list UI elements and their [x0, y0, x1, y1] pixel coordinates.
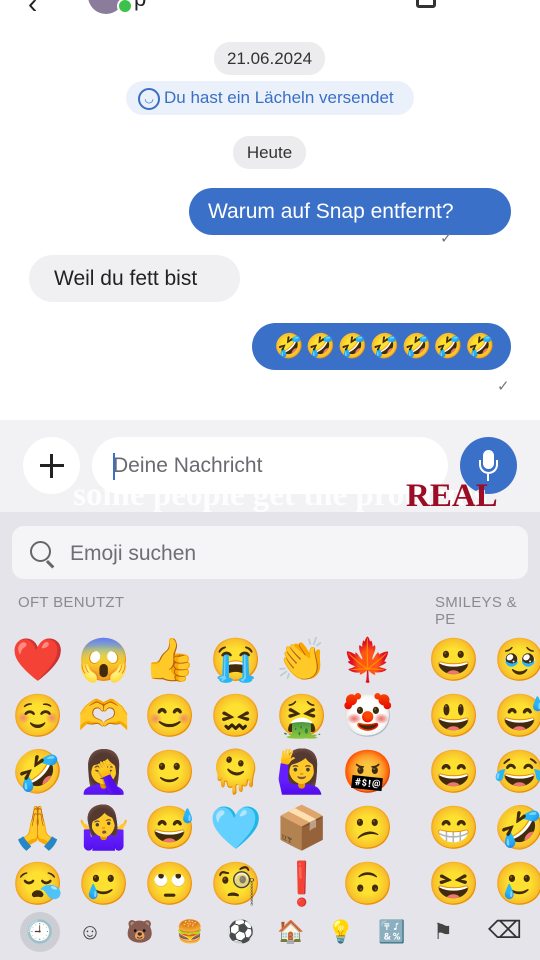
event-notice: ◡ Du hast ein Lächeln versendet	[126, 81, 414, 115]
emoji-key[interactable]: 🙏	[10, 800, 66, 856]
emoji-key[interactable]: 😕	[340, 800, 396, 856]
search-icon	[30, 541, 51, 562]
emoji-category-tab[interactable]: ☺	[70, 912, 110, 952]
emoji-category-tab[interactable]: ⚽	[221, 912, 261, 952]
emoji-key[interactable]: 😀	[426, 632, 482, 688]
emoji-key[interactable]: 😱	[76, 632, 132, 688]
overlay-highlight: REAL	[406, 478, 498, 514]
emoji-category-bar: ⌫ 🕘 ☺ 🐻 🍔 ⚽ 🏠 💡 🔣 ⚑	[0, 904, 540, 960]
sent-check-icon: ✓	[497, 378, 510, 395]
emoji-key[interactable]: 👏	[274, 632, 330, 688]
section-frequently-used: OFT BENUTZT	[18, 594, 125, 611]
message-list: 21.06.2024 ◡ Du hast ein Lächeln versend…	[0, 24, 540, 420]
emoji-category-tab[interactable]: 🔣	[372, 912, 412, 952]
header-action-icon[interactable]	[416, 0, 436, 8]
message-bubble-outgoing[interactable]: Warum auf Snap entfernt?	[189, 188, 511, 235]
chat-header: ‹ p	[0, 0, 540, 25]
emoji-key[interactable]: 🫶	[76, 688, 132, 744]
message-bubble-outgoing[interactable]: 🤣🤣🤣🤣🤣🤣🤣	[252, 323, 511, 370]
emoji-key[interactable]: 🤦‍♀️	[76, 744, 132, 800]
message-bubble-incoming[interactable]: Weil du fett bist	[29, 255, 240, 302]
emoji-key[interactable]: 😁	[426, 800, 482, 856]
emoji-key[interactable]: 🤬	[340, 744, 396, 800]
emoji-key[interactable]: ❤️	[10, 632, 66, 688]
emoji-key[interactable]: 😂	[492, 744, 540, 800]
emoji-search-input[interactable]	[68, 526, 512, 581]
emoji-key[interactable]: 🤣	[10, 744, 66, 800]
emoji-category-tab[interactable]: 🏠	[271, 912, 311, 952]
emoji-key[interactable]: 😅	[142, 800, 198, 856]
emoji-key[interactable]: 🍁	[340, 632, 396, 688]
emoji-category-tab[interactable]: 🕘	[20, 912, 60, 952]
event-notice-text: Du hast ein Lächeln versendet	[164, 88, 394, 107]
emoji-grid: ❤️ 😱 👍 😭 👏 🍁 😀 🥹 ☺️ 🫶 😊 😖 🤮 🤡 😃 😅 🤣 🤦‍♀️ 🙂 🫠 🙋‍♀️ 🤬 😄 😂 🙏 🤷‍♀️ 😅 🩵 📦…	[0, 624, 540, 907]
emoji-key[interactable]: 🥹	[492, 632, 540, 688]
emoji-category-tab[interactable]: ⚑	[423, 912, 463, 952]
emoji-key[interactable]: 👍	[142, 632, 198, 688]
emoji-key[interactable]: 🫠	[208, 744, 264, 800]
delete-icon[interactable]: ⌫	[488, 916, 522, 946]
contact-name[interactable]: p	[134, 0, 146, 12]
emoji-category-tab[interactable]: 🍔	[170, 912, 210, 952]
emoji-key[interactable]: 😊	[142, 688, 198, 744]
smiley-icon: ◡	[138, 88, 160, 110]
emoji-key[interactable]: 🤮	[274, 688, 330, 744]
emoji-key[interactable]: 🤡	[340, 688, 396, 744]
emoji-key[interactable]: 📦	[274, 800, 330, 856]
emoji-key[interactable]: 😖	[208, 688, 264, 744]
emoji-key[interactable]: 🩵	[208, 800, 264, 856]
emoji-key[interactable]: 🤷‍♀️	[76, 800, 132, 856]
online-status-dot	[117, 0, 133, 14]
emoji-category-tab[interactable]: 💡	[321, 912, 361, 952]
emoji-key[interactable]: 😭	[208, 632, 264, 688]
emoji-key[interactable]: 😅	[492, 688, 540, 744]
back-arrow-icon[interactable]: ‹	[28, 0, 37, 20]
section-smileys: SMILEYS & PE	[435, 594, 517, 628]
emoji-keyboard: OFT BENUTZT SMILEYS & PE ❤️😱👍😭👏🍁 😀🥹 ☺️🫶😊😖🤮…	[0, 512, 540, 960]
today-divider: Heute	[233, 136, 306, 169]
emoji-key[interactable]: 🤣	[492, 800, 540, 856]
text-cursor	[113, 453, 115, 480]
emoji-category-tab[interactable]: 🐻	[120, 912, 160, 952]
date-divider: 21.06.2024	[214, 42, 325, 75]
emoji-key[interactable]: 😄	[426, 744, 482, 800]
emoji-key[interactable]: ☺️	[10, 688, 66, 744]
sent-check-icon: ✓	[440, 230, 453, 247]
emoji-key[interactable]: 🙋‍♀️	[274, 744, 330, 800]
emoji-key[interactable]: 😃	[426, 688, 482, 744]
emoji-key[interactable]: 🙂	[142, 744, 198, 800]
emoji-search-bar[interactable]	[12, 526, 528, 581]
